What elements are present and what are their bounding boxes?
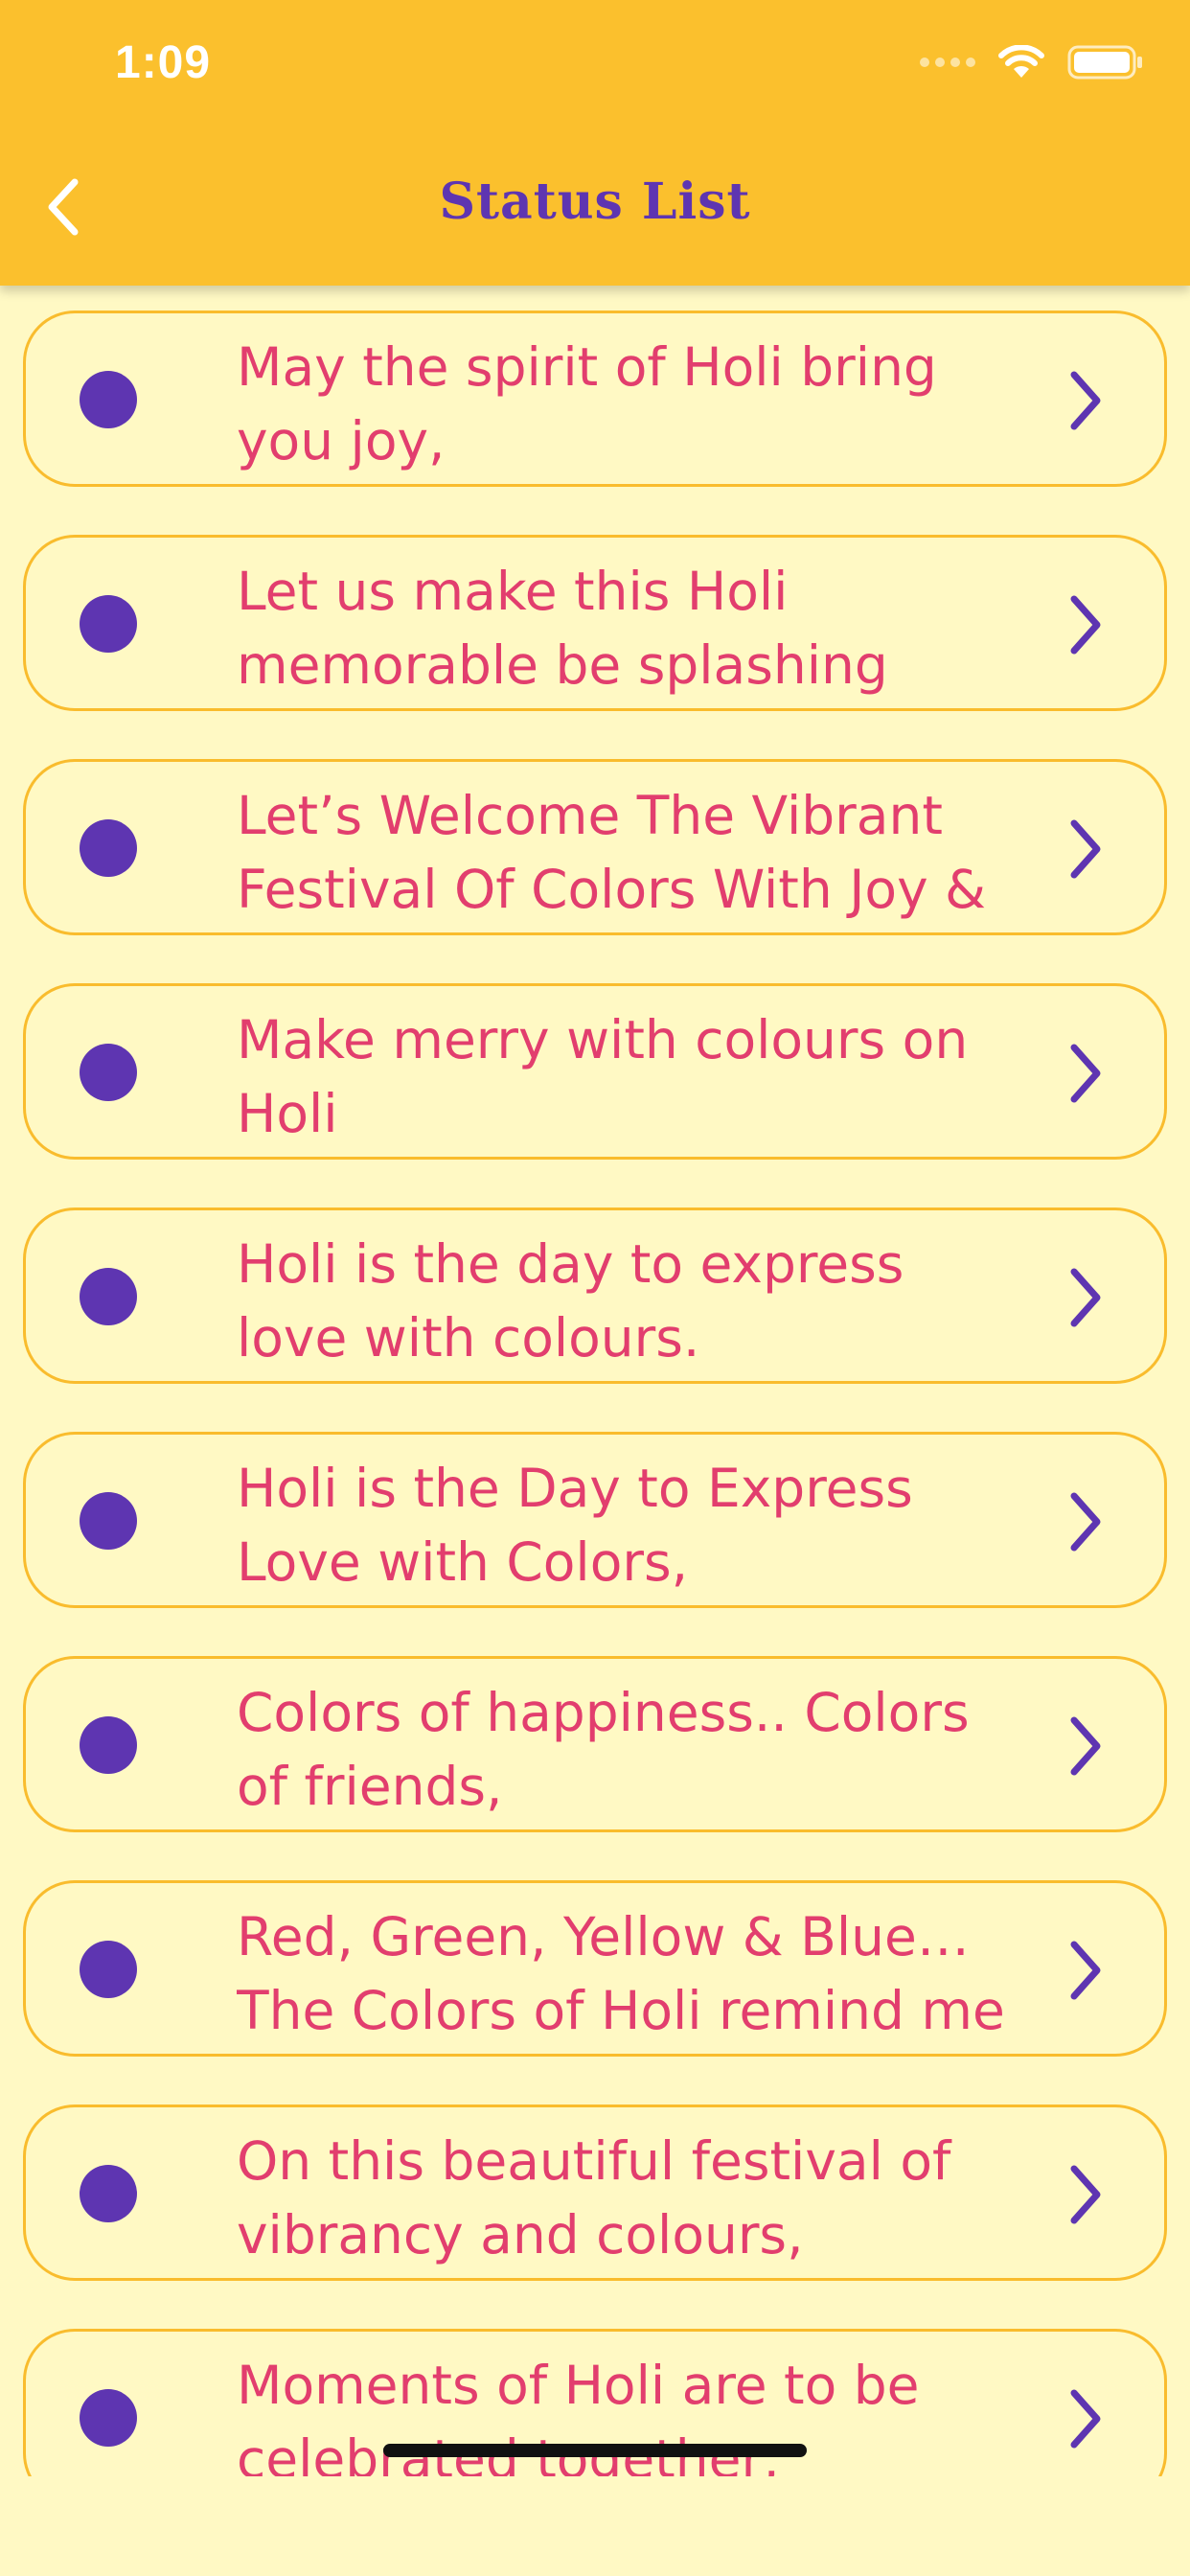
status-bar-time: 1:09	[115, 37, 212, 88]
chevron-right-icon	[1070, 595, 1101, 655]
status-list-item[interactable]: Holi is the day to express love with col…	[23, 1208, 1167, 1384]
bullet-dot-icon	[80, 371, 137, 428]
status-text: Let’s Welcome The Vibrant Festival Of Co…	[237, 785, 987, 920]
bullet-dot-icon	[80, 2389, 137, 2447]
status-list: May the spirit of Holi bring you joy, Le…	[23, 310, 1167, 2476]
cellular-signal-icon	[920, 58, 975, 67]
bullet-dot-icon	[80, 1716, 137, 1774]
status-list-item[interactable]: Let us make this Holi memorable be splas…	[23, 535, 1167, 711]
bullet-dot-icon	[80, 819, 137, 877]
status-list-item[interactable]: Let’s Welcome The Vibrant Festival Of Co…	[23, 759, 1167, 935]
home-indicator[interactable]	[383, 2444, 807, 2457]
status-list-item[interactable]: On this beautiful festival of vibrancy a…	[23, 2104, 1167, 2281]
status-text: May the spirit of Holi bring you joy,	[237, 336, 937, 472]
chevron-right-icon	[1070, 2389, 1101, 2449]
bullet-dot-icon	[80, 1941, 137, 1998]
status-text: On this beautiful festival of vibrancy a…	[237, 2130, 951, 2266]
status-list-item[interactable]: Red, Green, Yellow & Blue… The Colors of…	[23, 1880, 1167, 2057]
status-list-item[interactable]: Holi is the Day to Express Love with Col…	[23, 1432, 1167, 1608]
status-text: Moments of Holi are to be celebrated tog…	[237, 2355, 920, 2476]
bullet-dot-icon	[80, 1268, 137, 1325]
battery-icon	[1067, 45, 1142, 80]
chevron-right-icon	[1070, 371, 1101, 430]
chevron-right-icon	[1070, 1941, 1101, 2000]
page-title: Status List	[439, 172, 751, 231]
chevron-right-icon	[1070, 1044, 1101, 1103]
status-text: Holi is the day to express love with col…	[237, 1233, 904, 1368]
status-list-container[interactable]: May the spirit of Holi bring you joy, Le…	[0, 286, 1190, 2476]
bullet-dot-icon	[80, 2165, 137, 2222]
bullet-dot-icon	[80, 595, 137, 653]
status-text: Make merry with colours on Holi	[237, 1009, 969, 1144]
status-bar-icons	[920, 38, 1144, 86]
navigation-bar: 1:09 Status List	[0, 0, 1190, 286]
chevron-right-icon	[1070, 819, 1101, 879]
chevron-right-icon	[1070, 2165, 1101, 2224]
status-list-item[interactable]: Colors of happiness.. Colors of friends,	[23, 1656, 1167, 1832]
chevron-right-icon	[1070, 1268, 1101, 1327]
status-text: Holi is the Day to Express Love with Col…	[237, 1458, 913, 1593]
wifi-icon	[998, 45, 1044, 78]
chevron-right-icon	[1070, 1716, 1101, 1776]
status-text: Colors of happiness.. Colors of friends,	[237, 1682, 970, 1817]
status-text: Let us make this Holi memorable be splas…	[237, 561, 888, 696]
status-text: Red, Green, Yellow & Blue… The Colors of…	[237, 1906, 1005, 2041]
status-list-item[interactable]: May the spirit of Holi bring you joy,	[23, 310, 1167, 487]
bullet-dot-icon	[80, 1492, 137, 1550]
status-list-item[interactable]: Make merry with colours on Holi	[23, 983, 1167, 1160]
chevron-right-icon	[1070, 1492, 1101, 1552]
bullet-dot-icon	[80, 1044, 137, 1101]
